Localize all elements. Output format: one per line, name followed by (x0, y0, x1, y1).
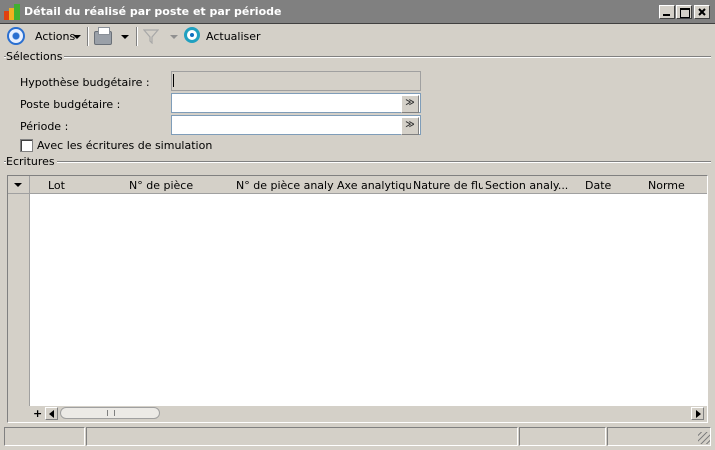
filter-button[interactable] (141, 26, 179, 46)
filter-icon (143, 28, 159, 44)
actions-button[interactable]: Actions (4, 26, 84, 46)
simulation-label[interactable]: Avec les écritures de simulation (37, 139, 212, 152)
minimize-icon (663, 14, 670, 16)
refresh-button[interactable]: Actualiser (182, 26, 261, 46)
column-header-nature[interactable]: Nature de flux (413, 179, 483, 192)
resize-grip-icon[interactable] (698, 432, 710, 444)
simulation-checkbox[interactable] (20, 139, 33, 152)
periode-label: Période : (20, 120, 69, 133)
status-panel-4 (607, 427, 711, 446)
column-header-piece[interactable]: N° de pièce (129, 179, 229, 192)
app-icon (4, 4, 20, 20)
maximize-button[interactable] (676, 5, 692, 19)
double-chevron-down-icon[interactable]: ≫ (401, 117, 419, 135)
add-row-button[interactable]: + (33, 407, 42, 420)
ecritures-divider (4, 161, 711, 163)
scroll-left-button[interactable] (45, 407, 58, 420)
column-header-norme[interactable]: Norme (648, 179, 704, 192)
chevron-down-icon (73, 35, 81, 39)
refresh-icon (184, 27, 200, 43)
grid-body[interactable] (8, 176, 707, 422)
toolbar-separator (136, 27, 138, 46)
hypothese-field[interactable] (171, 71, 421, 91)
status-panel-2 (86, 427, 518, 446)
poste-field[interactable]: ≫ (171, 93, 421, 113)
column-header-axe[interactable]: Axe analytique (337, 179, 411, 192)
selections-divider (4, 56, 711, 58)
horizontal-scrollbar-thumb[interactable] (60, 407, 160, 419)
periode-field[interactable]: ≫ (171, 115, 421, 135)
hypothese-label: Hypothèse budgétaire : (20, 76, 150, 89)
scroll-right-button[interactable] (691, 407, 704, 420)
double-chevron-down-icon[interactable]: ≫ (401, 95, 419, 113)
ecritures-title: Ecritures (6, 155, 57, 168)
text-cursor (173, 74, 174, 87)
column-header-lot[interactable]: Lot (48, 179, 118, 192)
arrow-right-icon (696, 410, 701, 418)
close-icon (698, 8, 706, 16)
column-header-date[interactable]: Date (585, 179, 645, 192)
column-chooser-icon[interactable] (14, 183, 22, 187)
minimize-button[interactable] (659, 5, 675, 19)
chevron-down-icon (121, 35, 129, 39)
window-title: Détail du réalisé par poste et par pério… (24, 5, 282, 18)
row-selector-column (8, 194, 30, 406)
poste-label: Poste budgétaire : (20, 98, 121, 111)
printer-icon (94, 27, 112, 45)
actions-icon (7, 27, 25, 45)
toolbar-separator (87, 27, 89, 46)
column-header-section[interactable]: Section analy... (485, 179, 581, 192)
column-header-piece-analytique[interactable]: N° de pièce analyt... (236, 179, 334, 192)
actions-label: Actions (35, 30, 76, 43)
arrow-left-icon (49, 410, 54, 418)
print-button[interactable] (91, 26, 131, 46)
close-button[interactable] (694, 5, 710, 19)
selections-title: Sélections (6, 50, 65, 63)
status-panel-1 (4, 427, 85, 446)
chevron-down-icon (170, 35, 178, 39)
maximize-icon (680, 8, 690, 18)
grip-icon (107, 410, 115, 416)
status-panel-3 (519, 427, 606, 446)
refresh-label: Actualiser (206, 30, 261, 43)
